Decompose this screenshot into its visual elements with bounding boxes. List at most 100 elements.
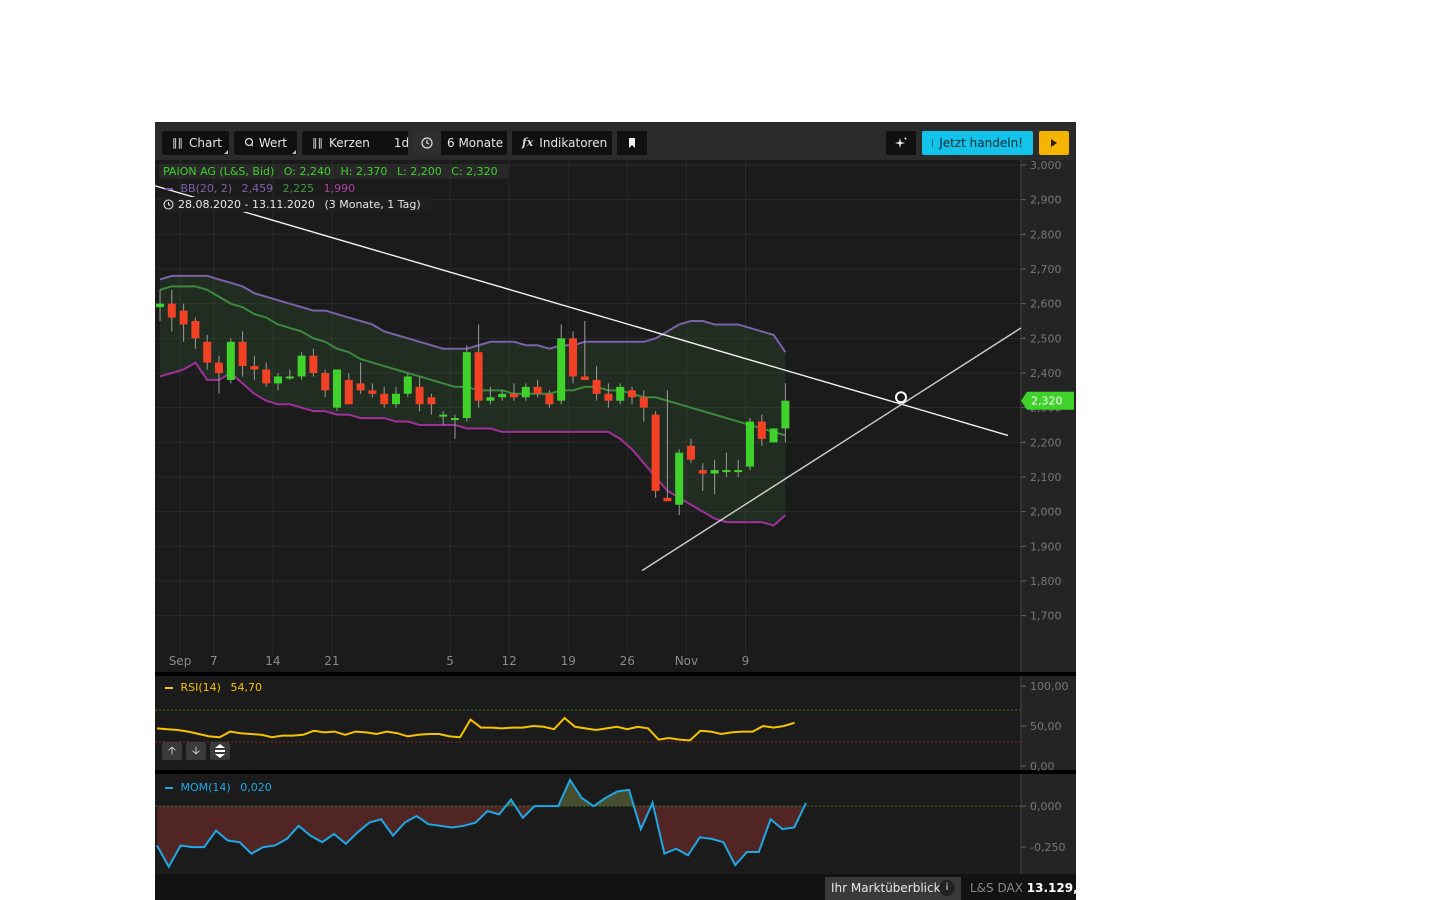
- mom-swatch: [165, 787, 173, 789]
- time-tick-label: 14: [265, 654, 280, 668]
- ohlc-close: C: 2,320: [451, 165, 498, 178]
- chart-type-button[interactable]: ‖‖ Chart: [162, 131, 229, 155]
- time-tick-label: 19: [561, 654, 576, 668]
- price-tick-label: 2,800: [1030, 228, 1062, 241]
- time-tick-label: 9: [742, 654, 750, 668]
- candle-body: [297, 355, 306, 377]
- bookmark-icon: [629, 138, 635, 148]
- candle-body: [533, 386, 542, 394]
- bb-value-up: 2,225: [282, 182, 315, 195]
- ohlc-high: H: 2,370: [340, 165, 388, 178]
- magic-button[interactable]: [886, 131, 916, 155]
- rsi-value: 54,70: [230, 681, 262, 694]
- candle-body: [250, 366, 259, 370]
- legend-bb: BB(20, 2) 2,459 2,225 1,990: [165, 181, 361, 196]
- candle-body: [675, 452, 684, 505]
- candle-body: [746, 421, 754, 467]
- mom-tick-label: -0,250: [1030, 841, 1065, 854]
- candle-body: [604, 393, 613, 401]
- market-overview-button[interactable]: Ihr Marktüberblick i: [825, 877, 961, 900]
- last-price-label: 2,320: [1031, 395, 1063, 408]
- candle-body: [557, 338, 566, 401]
- candle-body: [415, 386, 424, 405]
- chart-widget: ‖‖ Chart Wert ‖‖ Kerzen 1d 6 Monate fx I…: [155, 122, 1076, 900]
- candle-body: [616, 386, 625, 401]
- time-tick-label: 21: [324, 654, 339, 668]
- candle-body: [722, 470, 731, 473]
- value-button[interactable]: Wert: [234, 131, 297, 155]
- candle-body: [769, 428, 778, 443]
- price-tick-label: 1,900: [1030, 540, 1062, 553]
- info-icon[interactable]: i: [939, 880, 955, 896]
- play-button[interactable]: [1039, 131, 1069, 155]
- candle-body: [439, 414, 448, 417]
- price-tick-label: 2,000: [1030, 506, 1062, 519]
- candle-body: [498, 393, 507, 398]
- candle-body: [215, 362, 223, 373]
- range-button[interactable]: 6 Monate: [413, 131, 507, 155]
- price-tick-label: 2,700: [1030, 263, 1062, 276]
- candle-body: [651, 414, 660, 491]
- candle-body: [710, 470, 719, 474]
- mom-name: MOM(14): [180, 781, 231, 794]
- ohlc-open: O: 2,240: [283, 165, 331, 178]
- candles-button[interactable]: ‖‖ Kerzen 1d: [302, 131, 409, 155]
- candle-body: [309, 355, 318, 373]
- ohlc-low: L: 2,200: [396, 165, 442, 178]
- time-tick-label: Nov: [675, 654, 698, 668]
- range-info: (3 Monate, 1 Tag): [324, 198, 421, 211]
- expand-button[interactable]: [210, 742, 230, 760]
- search-icon: [244, 137, 253, 147]
- candle-body: [356, 383, 365, 391]
- candle-body: [238, 341, 247, 367]
- candle-body: [687, 445, 695, 460]
- price-chart[interactable]: 3,0002,9002,8002,7002,6002,5002,4002,300…: [155, 160, 1076, 874]
- status-bar: Ihr Marktüberblick i L&S DAX 13.129,00: [155, 874, 1076, 900]
- play-icon: [1051, 139, 1057, 147]
- candle-body: [203, 341, 212, 363]
- price-tick-label: 2,400: [1030, 367, 1062, 380]
- trade-icon: [932, 138, 934, 148]
- rsi-swatch: [165, 687, 173, 689]
- price-tick-label: 3,000: [1030, 160, 1062, 172]
- candle-body: [403, 376, 412, 394]
- rsi-tick-label: 50,00: [1030, 720, 1062, 733]
- candle-body: [521, 386, 530, 398]
- indicators-button[interactable]: fx Indikatoren: [512, 131, 612, 155]
- fx-icon: fx: [522, 136, 534, 149]
- legend-mom: MOM(14) 0,020: [165, 780, 278, 795]
- candle-body: [569, 338, 577, 377]
- legend-ohlc: PAION AG (L&S, Bid) O: 2,240 H: 2,370 L:…: [159, 164, 508, 179]
- candle-body: [274, 376, 282, 384]
- trade-now-button[interactable]: Jetzt handeln!: [922, 131, 1033, 155]
- candle-body: [333, 369, 341, 408]
- candle-body: [191, 321, 200, 339]
- candle-body: [734, 470, 743, 473]
- dax-ticker[interactable]: L&S DAX 13.129,00: [970, 877, 1076, 900]
- price-tick-label: 2,900: [1030, 194, 1062, 207]
- candle-body: [167, 303, 176, 318]
- bb-value-low: 1,990: [323, 182, 356, 195]
- bb-name: BB(20, 2): [180, 182, 233, 195]
- mom-value: 0,020: [240, 781, 272, 794]
- candle-body: [781, 400, 790, 429]
- clock-icon: [413, 131, 441, 155]
- candle-body: [344, 379, 353, 405]
- candle-body: [451, 418, 459, 421]
- candle-body: [179, 310, 188, 325]
- dropdown-corner-icon: [224, 150, 228, 154]
- clock-icon: [163, 199, 174, 210]
- candle-body: [392, 393, 400, 405]
- bookmark-button[interactable]: [617, 131, 647, 155]
- candle-body: [592, 379, 601, 394]
- candle-body: [321, 373, 330, 391]
- arrow-up-button[interactable]: 🡡: [162, 742, 182, 760]
- rsi-tick-label: 100,00: [1030, 680, 1069, 693]
- arrow-down-icon: 🡣: [192, 744, 200, 757]
- mom-tick-label: 0,000: [1030, 800, 1062, 813]
- arrow-down-button[interactable]: 🡣: [186, 742, 206, 760]
- candle-body: [380, 393, 389, 405]
- panel-divider: [155, 672, 1076, 676]
- candle-body: [226, 341, 235, 380]
- dropdown-corner-icon: [292, 150, 296, 154]
